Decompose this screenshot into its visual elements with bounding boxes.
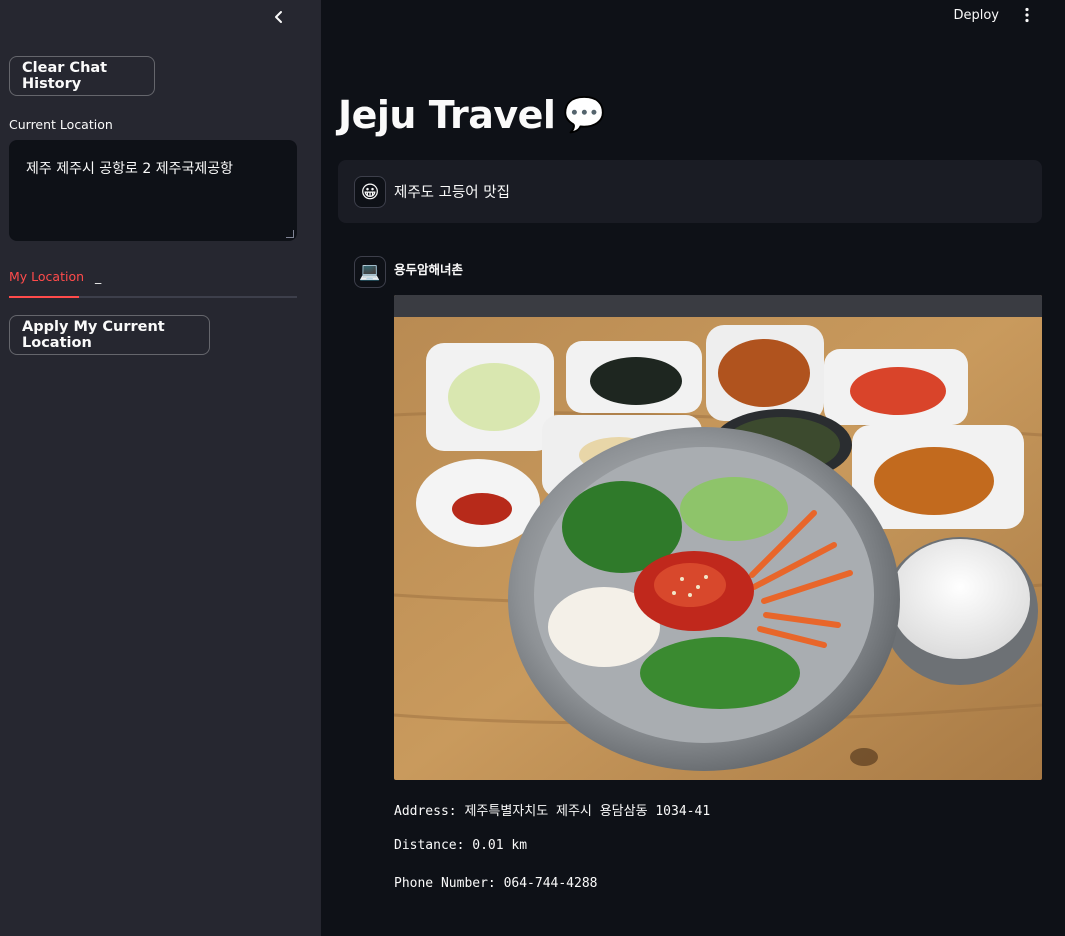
tab-my-location-label: My Location [9,269,85,284]
restaurant-phone: Phone Number: 064-744-4288 [394,876,598,891]
active-tab-indicator [9,296,79,298]
apply-location-label: Apply My Current Location [22,319,165,351]
deploy-button[interactable]: Deploy [953,6,999,25]
assistant-avatar: 💻 [354,256,386,288]
current-location-textarea[interactable]: 제주 제주시 공항로 2 제주국제공항 [9,140,297,241]
app-root: Clear Chat History Current Location 제주 제… [0,0,1065,936]
chevron-left-icon [275,11,282,23]
laptop-icon: 💻 [359,262,381,282]
speech-bubble-icon: 💬 [563,95,606,135]
kebab-menu-icon [1025,7,1029,23]
tab-my-location[interactable]: My Location [9,269,84,284]
apply-my-current-location-button[interactable]: Apply My Current Location [9,315,210,355]
tab-blank-label: _ [95,269,102,284]
user-chat-message: 😀 제주도 고등어 맛집 [338,160,1042,223]
user-message-text: 제주도 고등어 맛집 [394,185,510,201]
current-location-label: Current Location [9,117,113,132]
grinning-face-icon: 😀 [360,181,380,203]
page-title-text: Jeju Travel [338,93,556,137]
main-menu-button[interactable] [1017,5,1037,25]
collapse-sidebar-button[interactable] [266,4,292,30]
restaurant-address: Address: 제주특별자치도 제주시 용담삼동 1034-41 [394,804,711,819]
sidebar: Clear Chat History Current Location 제주 제… [0,0,321,936]
restaurant-distance: Distance: 0.01 km [394,838,528,853]
user-avatar: 😀 [354,176,386,208]
clear-chat-history-label: Clear Chat History [22,60,108,92]
assistant-chat-message: 💻 용두암해녀촌 Address: 제주특별자치도 제주시 용담삼동 1034-… [338,240,1042,920]
food-photo-illustration [394,295,1042,780]
deploy-label: Deploy [953,8,999,23]
location-tabs: My Location _ [9,260,297,298]
clear-chat-history-button[interactable]: Clear Chat History [9,56,155,96]
resize-grip-icon[interactable] [286,230,294,238]
page-title: Jeju Travel 💬 [338,93,606,137]
main-content: Deploy Jeju Travel 💬 😀 제주도 고등어 맛집 💻 용두암해… [321,0,1065,936]
restaurant-name: 용두암해녀촌 [394,262,464,277]
restaurant-food-photo [394,295,1042,780]
tab-blank[interactable]: _ [95,269,101,284]
current-location-value: 제주 제주시 공항로 2 제주국제공항 [26,161,234,177]
